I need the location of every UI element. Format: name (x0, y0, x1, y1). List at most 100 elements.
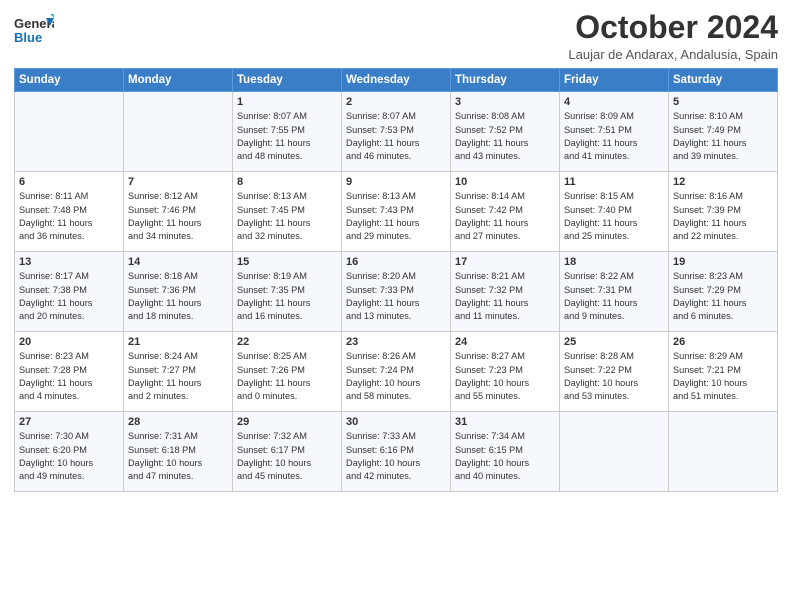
calendar-cell: 28 Sunrise: 7:31 AMSunset: 6:18 PMDayligh… (124, 412, 233, 492)
day-number: 9 (346, 176, 446, 188)
calendar-cell (124, 92, 233, 172)
calendar-cell: 15 Sunrise: 8:19 AMSunset: 7:35 PMDayligh… (233, 252, 342, 332)
calendar-cell: 27 Sunrise: 7:30 AMSunset: 6:20 PMDayligh… (15, 412, 124, 492)
day-detail: Sunrise: 8:13 AMSunset: 7:45 PMDaylight:… (237, 190, 337, 243)
weekday-header: Thursday (451, 69, 560, 92)
day-detail: Sunrise: 8:29 AMSunset: 7:21 PMDaylight:… (673, 350, 773, 403)
day-detail: Sunrise: 8:26 AMSunset: 7:24 PMDaylight:… (346, 350, 446, 403)
calendar-cell: 7 Sunrise: 8:12 AMSunset: 7:46 PMDaylight… (124, 172, 233, 252)
calendar-cell: 13 Sunrise: 8:17 AMSunset: 7:38 PMDayligh… (15, 252, 124, 332)
calendar-week-row: 1 Sunrise: 8:07 AMSunset: 7:55 PMDaylight… (15, 92, 778, 172)
day-detail: Sunrise: 8:23 AMSunset: 7:28 PMDaylight:… (19, 350, 119, 403)
calendar-week-row: 27 Sunrise: 7:30 AMSunset: 6:20 PMDayligh… (15, 412, 778, 492)
calendar-cell: 1 Sunrise: 8:07 AMSunset: 7:55 PMDaylight… (233, 92, 342, 172)
calendar-cell: 31 Sunrise: 7:34 AMSunset: 6:15 PMDayligh… (451, 412, 560, 492)
day-number: 11 (564, 176, 664, 188)
calendar-header: SundayMondayTuesdayWednesdayThursdayFrid… (15, 69, 778, 92)
day-number: 14 (128, 256, 228, 268)
svg-text:Blue: Blue (14, 30, 42, 45)
day-number: 5 (673, 96, 773, 108)
day-detail: Sunrise: 8:10 AMSunset: 7:49 PMDaylight:… (673, 110, 773, 163)
day-detail: Sunrise: 8:25 AMSunset: 7:26 PMDaylight:… (237, 350, 337, 403)
day-detail: Sunrise: 8:07 AMSunset: 7:55 PMDaylight:… (237, 110, 337, 163)
day-detail: Sunrise: 8:28 AMSunset: 7:22 PMDaylight:… (564, 350, 664, 403)
calendar-cell: 11Sunrise: 8:15 AMSunset: 7:40 PMDayligh… (560, 172, 669, 252)
calendar-cell: 17 Sunrise: 8:21 AMSunset: 7:32 PMDayligh… (451, 252, 560, 332)
day-detail: Sunrise: 7:32 AMSunset: 6:17 PMDaylight:… (237, 430, 337, 483)
calendar-cell: 24Sunrise: 8:27 AMSunset: 7:23 PMDayligh… (451, 332, 560, 412)
day-number: 3 (455, 96, 555, 108)
day-detail: Sunrise: 8:16 AMSunset: 7:39 PMDaylight:… (673, 190, 773, 243)
day-detail: Sunrise: 7:33 AMSunset: 6:16 PMDaylight:… (346, 430, 446, 483)
day-detail: Sunrise: 8:17 AMSunset: 7:38 PMDaylight:… (19, 270, 119, 323)
day-number: 1 (237, 96, 337, 108)
location: Laujar de Andarax, Andalusia, Spain (568, 47, 778, 62)
day-number: 6 (19, 176, 119, 188)
day-number: 17 (455, 256, 555, 268)
day-detail: Sunrise: 8:23 AMSunset: 7:29 PMDaylight:… (673, 270, 773, 323)
calendar-cell: 29Sunrise: 7:32 AMSunset: 6:17 PMDayligh… (233, 412, 342, 492)
day-number: 19 (673, 256, 773, 268)
calendar-cell: 5 Sunrise: 8:10 AMSunset: 7:49 PMDaylight… (669, 92, 778, 172)
weekday-header: Tuesday (233, 69, 342, 92)
day-number: 26 (673, 336, 773, 348)
day-detail: Sunrise: 8:22 AMSunset: 7:31 PMDaylight:… (564, 270, 664, 323)
day-detail: Sunrise: 7:30 AMSunset: 6:20 PMDaylight:… (19, 430, 119, 483)
calendar-cell: 8 Sunrise: 8:13 AMSunset: 7:45 PMDaylight… (233, 172, 342, 252)
day-number: 15 (237, 256, 337, 268)
weekday-header: Wednesday (342, 69, 451, 92)
calendar-body: 1 Sunrise: 8:07 AMSunset: 7:55 PMDaylight… (15, 92, 778, 492)
day-detail: Sunrise: 8:21 AMSunset: 7:32 PMDaylight:… (455, 270, 555, 323)
day-number: 25 (564, 336, 664, 348)
calendar-cell (15, 92, 124, 172)
calendar-cell: 3Sunrise: 8:08 AMSunset: 7:52 PMDaylight… (451, 92, 560, 172)
logo: General Blue (14, 10, 52, 48)
weekday-header: Monday (124, 69, 233, 92)
weekday-header: Sunday (15, 69, 124, 92)
day-number: 16 (346, 256, 446, 268)
day-detail: Sunrise: 8:14 AMSunset: 7:42 PMDaylight:… (455, 190, 555, 243)
calendar-cell: 19 Sunrise: 8:23 AMSunset: 7:29 PMDayligh… (669, 252, 778, 332)
calendar-week-row: 6Sunrise: 8:11 AMSunset: 7:48 PMDaylight… (15, 172, 778, 252)
calendar-cell: 4Sunrise: 8:09 AMSunset: 7:51 PMDaylight… (560, 92, 669, 172)
calendar-cell: 20Sunrise: 8:23 AMSunset: 7:28 PMDayligh… (15, 332, 124, 412)
day-number: 13 (19, 256, 119, 268)
calendar-cell: 16 Sunrise: 8:20 AMSunset: 7:33 PMDayligh… (342, 252, 451, 332)
day-detail: Sunrise: 8:18 AMSunset: 7:36 PMDaylight:… (128, 270, 228, 323)
day-detail: Sunrise: 7:31 AMSunset: 6:18 PMDaylight:… (128, 430, 228, 483)
day-detail: Sunrise: 8:12 AMSunset: 7:46 PMDaylight:… (128, 190, 228, 243)
calendar-cell: 23 Sunrise: 8:26 AMSunset: 7:24 PMDayligh… (342, 332, 451, 412)
calendar-cell: 18 Sunrise: 8:22 AMSunset: 7:31 PMDayligh… (560, 252, 669, 332)
day-number: 12 (673, 176, 773, 188)
day-number: 7 (128, 176, 228, 188)
day-detail: Sunrise: 8:20 AMSunset: 7:33 PMDaylight:… (346, 270, 446, 323)
day-detail: Sunrise: 7:34 AMSunset: 6:15 PMDaylight:… (455, 430, 555, 483)
calendar-table: SundayMondayTuesdayWednesdayThursdayFrid… (14, 68, 778, 492)
day-number: 23 (346, 336, 446, 348)
day-detail: Sunrise: 8:24 AMSunset: 7:27 PMDaylight:… (128, 350, 228, 403)
calendar-cell: 30 Sunrise: 7:33 AMSunset: 6:16 PMDayligh… (342, 412, 451, 492)
day-number: 4 (564, 96, 664, 108)
day-number: 18 (564, 256, 664, 268)
day-detail: Sunrise: 8:13 AMSunset: 7:43 PMDaylight:… (346, 190, 446, 243)
calendar-cell: 9 Sunrise: 8:13 AMSunset: 7:43 PMDaylight… (342, 172, 451, 252)
calendar-cell: 22 Sunrise: 8:25 AMSunset: 7:26 PMDayligh… (233, 332, 342, 412)
day-number: 21 (128, 336, 228, 348)
calendar-cell: 21 Sunrise: 8:24 AMSunset: 7:27 PMDayligh… (124, 332, 233, 412)
calendar-cell (560, 412, 669, 492)
page-container: General Blue October 2024 Laujar de Anda… (0, 0, 792, 500)
day-number: 30 (346, 416, 446, 428)
day-number: 28 (128, 416, 228, 428)
calendar-cell: 10Sunrise: 8:14 AMSunset: 7:42 PMDayligh… (451, 172, 560, 252)
weekday-header: Saturday (669, 69, 778, 92)
day-number: 24 (455, 336, 555, 348)
calendar-week-row: 13 Sunrise: 8:17 AMSunset: 7:38 PMDayligh… (15, 252, 778, 332)
day-number: 31 (455, 416, 555, 428)
calendar-cell: 14 Sunrise: 8:18 AMSunset: 7:36 PMDayligh… (124, 252, 233, 332)
day-number: 22 (237, 336, 337, 348)
day-number: 8 (237, 176, 337, 188)
day-number: 2 (346, 96, 446, 108)
day-detail: Sunrise: 8:19 AMSunset: 7:35 PMDaylight:… (237, 270, 337, 323)
calendar-cell: 2Sunrise: 8:07 AMSunset: 7:53 PMDaylight… (342, 92, 451, 172)
day-number: 27 (19, 416, 119, 428)
